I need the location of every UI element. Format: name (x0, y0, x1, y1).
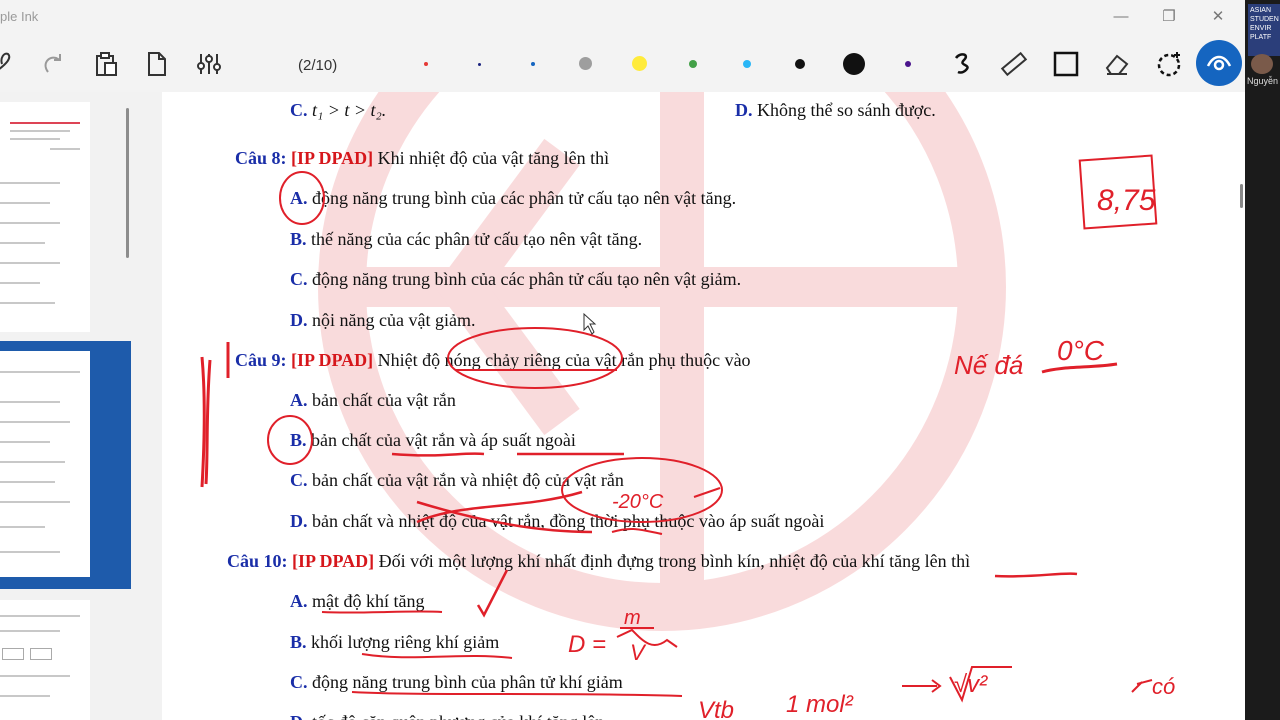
option-text: bản chất của vật rắn và nhiệt độ của vật… (312, 470, 624, 490)
co-note: có (1152, 674, 1175, 699)
redo-icon[interactable] (40, 50, 68, 78)
question-number: Câu 10: (227, 551, 288, 571)
color-swatch-purple[interactable] (905, 61, 911, 67)
lasso-icon[interactable] (0, 50, 22, 78)
option-label: D. (290, 310, 308, 330)
question-8: Câu 8: [IP DPAD] Khi nhiệt độ của vật tă… (235, 148, 609, 169)
question-10: Câu 10: [IP DPAD] Đối với một lượng khí … (227, 551, 970, 572)
platform-banner: ASIAN STUDEN ENVIR PLATF (1248, 4, 1280, 56)
rectangle-icon[interactable] (1052, 50, 1080, 78)
color-swatch-cyan[interactable] (743, 60, 751, 68)
option-label: C. (290, 672, 308, 692)
page-indicator: (2/10) (298, 57, 338, 74)
pen-icon[interactable] (950, 50, 978, 78)
option-text: tốc độ căn quân phương của khí tăng lên (312, 712, 604, 720)
question-text: Đối với một lượng khí nhất định đựng tro… (378, 551, 971, 571)
toolbar: (2/10) (0, 36, 1245, 92)
option-text: bản chất của vật rắn và áp suất ngoài (311, 430, 576, 450)
color-swatch-yellow[interactable] (632, 56, 647, 71)
formula-v: V (630, 640, 647, 665)
eraser-icon[interactable] (1103, 50, 1131, 78)
view-button[interactable] (1196, 40, 1242, 86)
close-button[interactable]: ✕ (1206, 6, 1230, 28)
question-tag: [IP DPAD] (291, 350, 374, 370)
color-swatch-navy[interactable] (478, 63, 481, 66)
option-label: D. (290, 712, 308, 720)
app-title: ple Ink (0, 9, 39, 24)
option-text: động năng trung bình của các phân tử cấu… (312, 188, 737, 208)
minus-20-note: -20°C (612, 491, 664, 513)
new-page-icon[interactable] (143, 50, 171, 78)
color-swatch-red[interactable] (424, 62, 428, 66)
question-text: Khi nhiệt độ của vật tăng lên thì (377, 148, 610, 168)
option-text: nội năng của vật giảm. (312, 310, 476, 330)
maximize-button[interactable]: ❐ (1157, 6, 1181, 28)
mouse-cursor-icon (583, 312, 597, 335)
option-label: A. (290, 591, 308, 611)
select-icon[interactable] (1155, 50, 1183, 78)
color-swatch-blue[interactable] (531, 62, 535, 66)
settings-sliders-icon[interactable] (195, 50, 223, 78)
question-tag: [IP DPAD] (292, 551, 375, 571)
document-page: C. t₁ > t > t₂. D. Không thể so sánh đượ… (162, 92, 1245, 720)
color-swatch-green[interactable] (689, 60, 697, 68)
option-label: C. (290, 100, 308, 120)
question-number: Câu 9: (235, 350, 287, 370)
option-text: bản chất của vật rắn (312, 390, 456, 410)
option-label: B. (290, 430, 307, 450)
question-text: Nhiệt độ nóng chảy riêng của vật rắn phụ… (377, 350, 751, 370)
question-9: Câu 9: [IP DPAD] Nhiệt độ nóng chảy riên… (235, 350, 751, 371)
density-formula: D = (568, 631, 606, 658)
mol-note: 1 mol² (786, 691, 854, 718)
page-thumbnail-2-selected[interactable] (0, 341, 131, 589)
minimize-button[interactable]: — (1109, 6, 1133, 28)
option-label: C. (290, 269, 308, 289)
melt-note: Nế đá (954, 350, 1023, 380)
option-text: động năng trung bình của các phân tử cấu… (312, 269, 742, 289)
option-text: khối lượng riêng khí giảm (311, 632, 500, 652)
webcam-overlay: ASIAN STUDEN ENVIR PLATF Nguyễn (1245, 0, 1280, 720)
color-swatch-gray[interactable] (579, 57, 592, 70)
avatar (1251, 54, 1273, 74)
document-scrollbar[interactable] (1240, 184, 1243, 208)
option-label: B. (290, 229, 307, 249)
formula-m: m (624, 607, 641, 629)
sqrt-note: √v² (954, 671, 988, 698)
color-swatch-black-large[interactable] (843, 53, 865, 75)
option-text: bản chất và nhiệt độ của vật rắn, đồng t… (312, 511, 825, 531)
clipboard-icon[interactable] (92, 50, 120, 78)
option-text: thế năng của các phân tử cấu tạo nên vật… (311, 229, 643, 249)
option-text: mật độ khí tăng (312, 591, 425, 611)
option-text: động năng trung bình của phân tử khí giả… (312, 672, 623, 692)
question-number: Câu 8: (235, 148, 287, 168)
participant-name: Nguyễn (1247, 76, 1279, 86)
option-label: D. (735, 100, 753, 120)
option-label: B. (290, 632, 307, 652)
title-bar: ple Ink — ❐ ✕ (0, 0, 1245, 36)
option-text: t₁ > t > t₂. (312, 100, 387, 120)
question-tag: [IP DPAD] (291, 148, 374, 168)
option-label: D. (290, 511, 308, 531)
score-note: 8,75 (1097, 184, 1156, 217)
vtb-note: Vtb (698, 697, 734, 720)
view-icon (1206, 55, 1232, 71)
option-label: C. (290, 470, 308, 490)
page-thumbnail-3[interactable] (0, 600, 90, 720)
page-thumbnail-1[interactable] (0, 102, 90, 332)
color-swatch-black-small[interactable] (795, 59, 805, 69)
option-label: A. (290, 188, 308, 208)
option-label: A. (290, 390, 308, 410)
zero-degree-note: 0°C (1057, 335, 1105, 366)
option-text: Không thể so sánh được. (757, 100, 936, 120)
sidebar-scrollbar[interactable] (126, 108, 129, 258)
page-thumbnails-sidebar (0, 92, 162, 720)
ruler-icon[interactable] (1000, 50, 1028, 78)
